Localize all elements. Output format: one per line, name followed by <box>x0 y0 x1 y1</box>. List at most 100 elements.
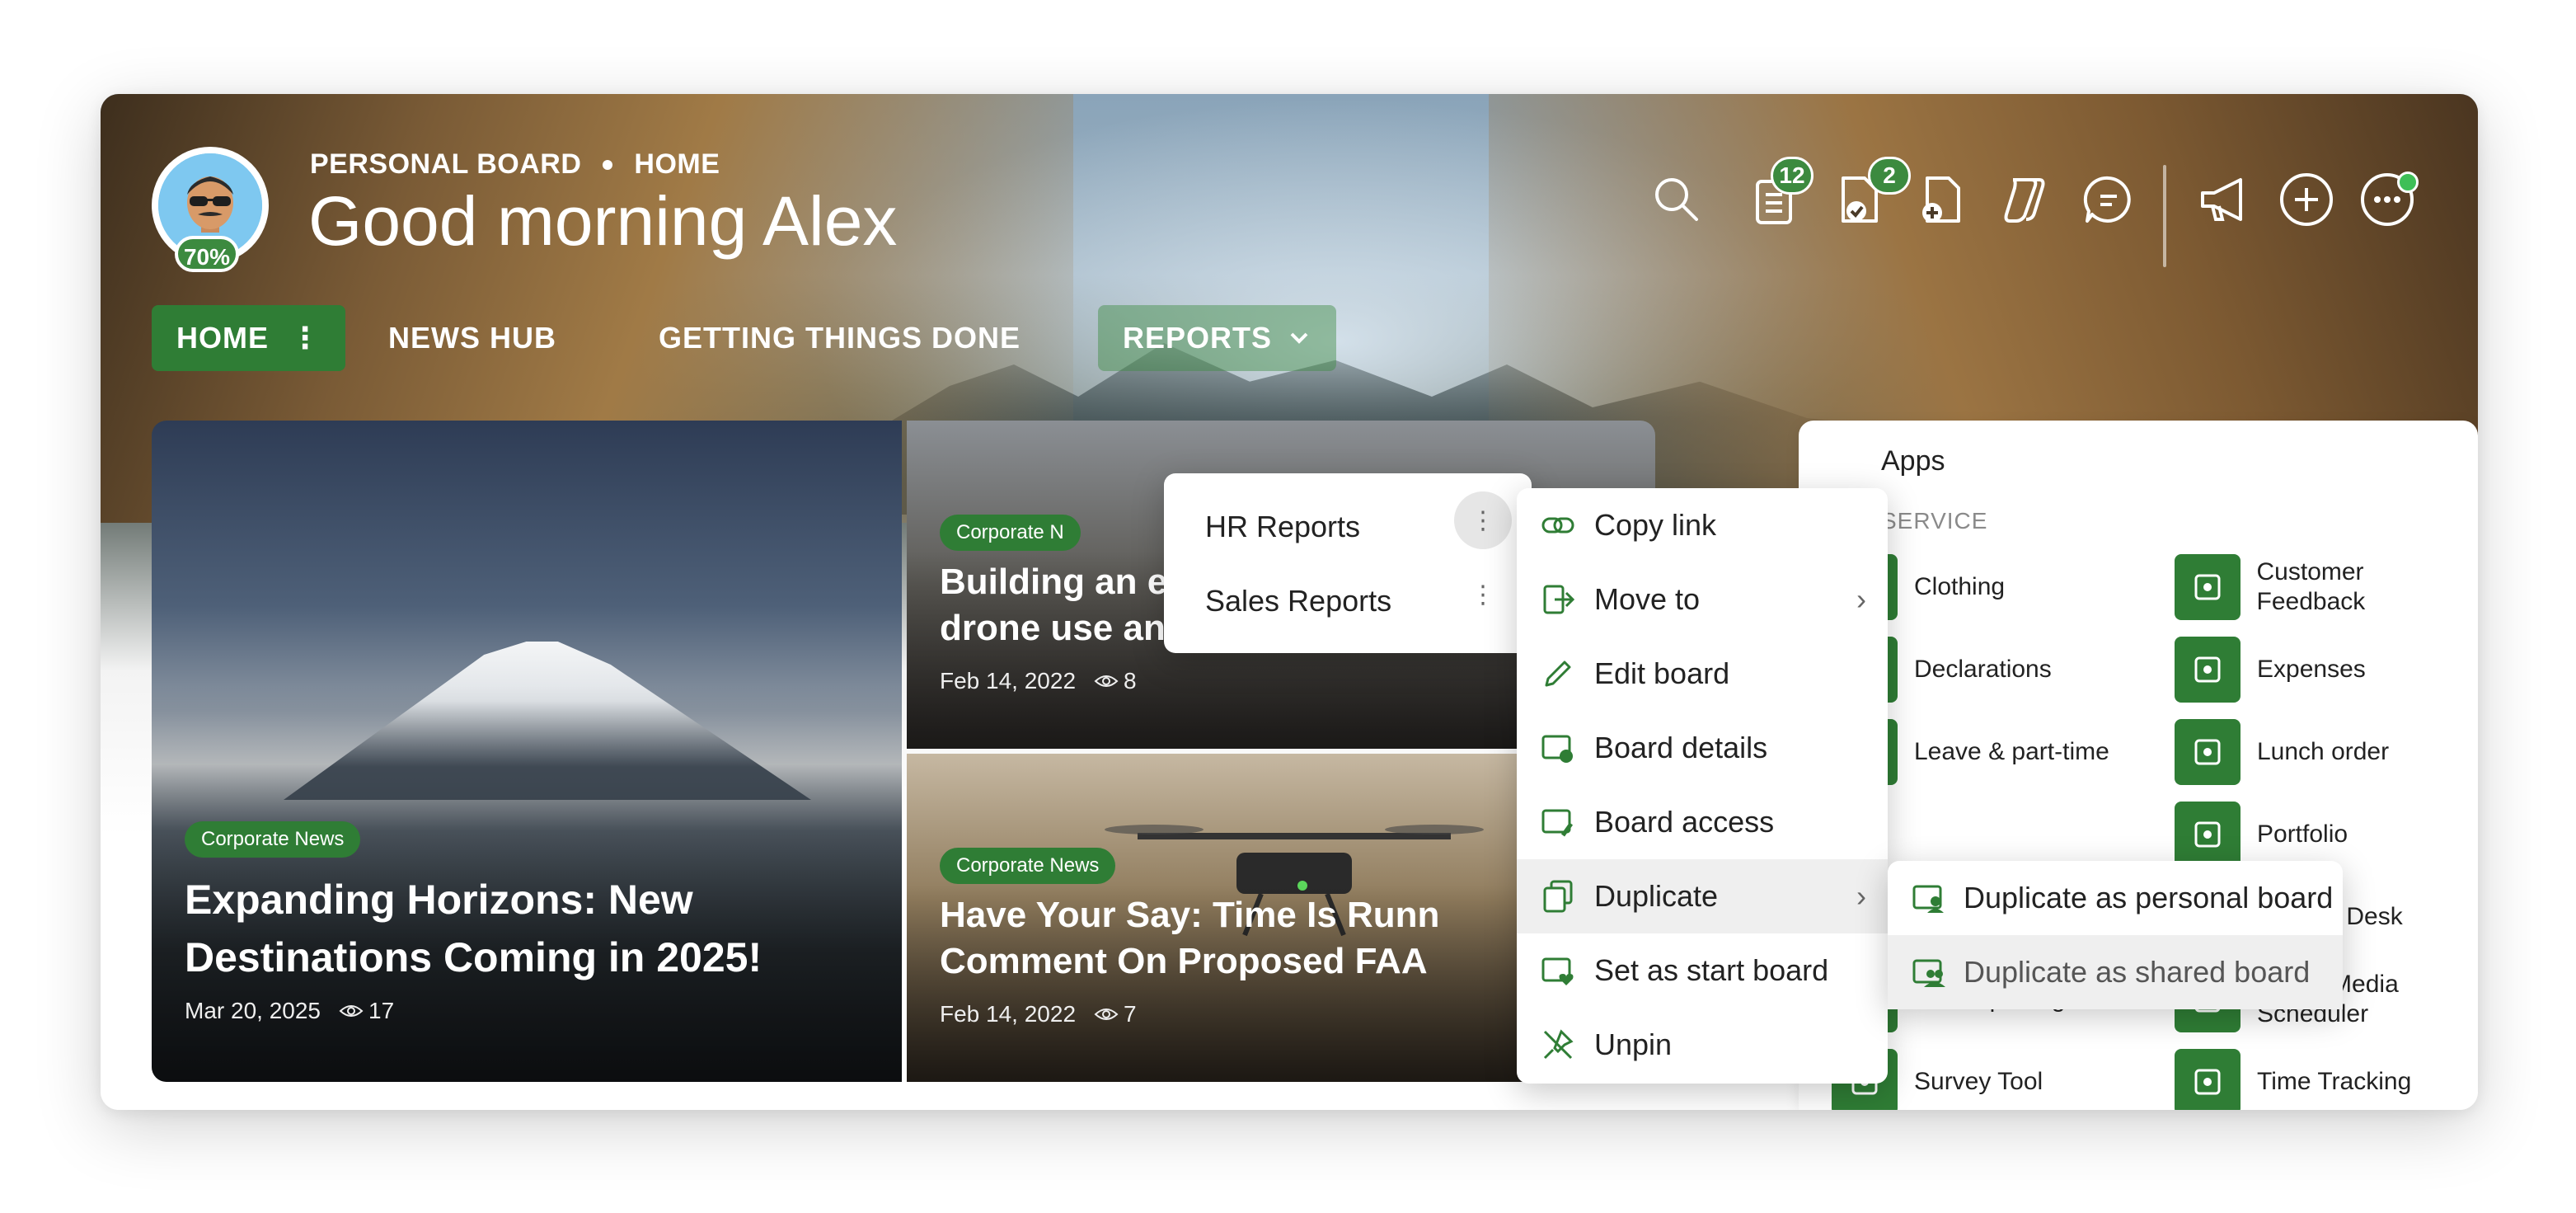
reports-item-sales-more-icon[interactable]: ⋮ <box>1454 566 1512 623</box>
chat-button[interactable] <box>2079 170 2138 229</box>
copilot-icon <box>2004 178 2045 223</box>
menu-duplicate[interactable]: Duplicate › <box>1517 859 1888 933</box>
app-tile[interactable]: Lunch order <box>2175 719 2389 785</box>
apps-title: Apps <box>1881 445 1945 477</box>
news-tag: Corporate News <box>185 821 361 858</box>
tasks-button[interactable]: 12 <box>1746 157 1814 229</box>
add-button[interactable] <box>2277 170 2336 229</box>
unpin-icon <box>1543 1029 1574 1060</box>
eye-icon <box>1094 1008 1119 1020</box>
eye-icon <box>339 1005 364 1017</box>
copilot-button[interactable] <box>1995 170 2054 229</box>
heart-board-icon <box>1541 957 1574 985</box>
chevron-down-icon <box>1290 332 1308 344</box>
portfolio-icon <box>2175 802 2241 867</box>
app-tile[interactable]: Portfolio <box>2175 802 2348 867</box>
news-views: 8 <box>1094 668 1137 694</box>
menu-board-access[interactable]: Board access <box>1517 785 1888 859</box>
menu-item-label: Duplicate as personal board <box>1964 881 2334 914</box>
app-label: Clothing <box>1914 573 2006 600</box>
menu-move-to[interactable]: Move to › <box>1517 562 1888 637</box>
timer-icon <box>2175 1049 2241 1110</box>
breadcrumb: PERSONAL BOARD HOME <box>310 148 720 181</box>
approvals-button[interactable]: 2 <box>1830 157 1911 229</box>
app-label: Expenses <box>2257 656 2366 683</box>
menu-item-label: Copy link <box>1594 508 1717 542</box>
tab-getting-things-done[interactable]: GETTING THINGS DONE <box>634 305 1045 371</box>
chevron-right-icon: › <box>1856 582 1866 616</box>
news-title-line: Expanding Horizons: New <box>185 877 693 923</box>
chat-icon <box>2083 176 2131 223</box>
new-document-button[interactable] <box>1911 170 1970 229</box>
app-label: Time Tracking <box>2257 1068 2412 1095</box>
tab-reports[interactable]: REPORTS <box>1098 305 1337 371</box>
chevron-right-icon: › <box>1856 879 1866 913</box>
menu-unpin[interactable]: Unpin <box>1517 1008 1888 1082</box>
tab-home-more-icon[interactable]: ⋮ <box>290 305 321 371</box>
menu-item-label: Move to <box>1594 582 1701 616</box>
menu-item-label: Duplicate as shared board <box>1964 955 2311 989</box>
news-date: Mar 20, 2025 <box>185 998 321 1023</box>
news-date: Feb 14, 2022 <box>940 1001 1077 1027</box>
news-tag: Corporate News <box>940 848 1116 884</box>
news-date: Feb 14, 2022 <box>940 668 1077 693</box>
approvals-count-badge: 2 <box>1868 157 1911 195</box>
menu-duplicate-personal[interactable]: Duplicate as personal board <box>1888 861 2343 935</box>
document-add-icon <box>1922 176 1960 223</box>
app-tile[interactable]: Time Tracking <box>2175 1049 2411 1110</box>
news-title-line: Destinations Coming in 2025! <box>185 934 762 980</box>
news-meta: Feb 14, 2022 8 <box>940 668 1137 694</box>
board-access-icon <box>1541 809 1574 837</box>
board-tabs: HOME ⋮ NEWS HUB GETTING THINGS DONE REPO… <box>152 305 1337 371</box>
search-button[interactable] <box>1647 170 1706 229</box>
news-card-main[interactable]: Corporate News Expanding Horizons: New D… <box>152 421 902 1082</box>
tab-reports-label: REPORTS <box>1123 321 1273 355</box>
profile-progress-badge: 70% <box>175 236 239 272</box>
link-icon <box>1541 517 1574 534</box>
tab-home[interactable]: HOME ⋮ <box>152 305 345 371</box>
announcements-button[interactable] <box>2194 170 2254 229</box>
menu-item-label: Board details <box>1594 731 1768 764</box>
app-label: Customer Feedback <box>2256 558 2366 615</box>
lunch-icon <box>2175 719 2241 785</box>
header-divider <box>2163 165 2166 267</box>
tab-news-hub[interactable]: NEWS HUB <box>364 305 581 371</box>
app-tile[interactable]: Customer Feedback <box>2175 554 2478 620</box>
plus-circle-icon <box>2280 173 2333 226</box>
menu-edit-board[interactable]: Edit board <box>1517 637 1888 711</box>
tasks-count-badge: 12 <box>1771 157 1814 195</box>
menu-item-label: Duplicate <box>1594 879 1719 913</box>
reports-item-hr-more-icon[interactable]: ⋮ <box>1454 491 1512 549</box>
app-label: Leave & part-time <box>1914 738 2109 765</box>
menu-copy-link[interactable]: Copy link <box>1517 488 1888 562</box>
reports-item-hr[interactable]: HR Reports <box>1205 510 1360 544</box>
menu-item-label: Set as start board <box>1594 953 1829 987</box>
news-meta: Feb 14, 2022 7 <box>940 1001 1137 1027</box>
breadcrumb-separator <box>603 159 613 170</box>
reports-item-sales[interactable]: Sales Reports <box>1205 584 1391 618</box>
app-window: 70% PERSONAL BOARD HOME Good morning Ale… <box>101 94 2478 1110</box>
apps-section-label: SERVICE <box>1881 508 1988 534</box>
app-label: Portfolio <box>2257 820 2348 848</box>
eye-icon <box>1094 675 1119 687</box>
menu-set-start-board[interactable]: Set as start board <box>1517 933 1888 1008</box>
news-tag: Corporate N <box>940 515 1081 551</box>
breadcrumb-page[interactable]: HOME <box>634 148 720 181</box>
menu-board-details[interactable]: Board details <box>1517 711 1888 785</box>
news-views-count: 7 <box>1124 1001 1137 1027</box>
app-label: Survey Tool <box>1914 1068 2043 1095</box>
breadcrumb-board[interactable]: PERSONAL BOARD <box>310 148 581 181</box>
reports-dropdown: HR Reports ⋮ Sales Reports ⋮ <box>1164 473 1532 653</box>
news-title: Have Your Say: Time Is Runn Comment On P… <box>940 892 1439 985</box>
menu-item-label: Unpin <box>1594 1027 1673 1061</box>
app-tile[interactable]: Expenses <box>2175 637 2366 703</box>
board-context-menu: Copy link Move to › Edit board Board det… <box>1517 488 1888 1084</box>
news-views-count: 17 <box>368 998 395 1023</box>
personal-board-icon <box>1912 885 1944 913</box>
news-title-line: Comment On Proposed FAA <box>940 941 1428 981</box>
news-title-line: Have Your Say: Time Is Runn <box>940 895 1440 935</box>
duplicate-submenu: Duplicate as personal board Duplicate as… <box>1888 861 2343 1009</box>
pencil-icon <box>1545 661 1571 687</box>
duplicate-icon <box>1543 880 1573 913</box>
menu-duplicate-shared[interactable]: Duplicate as shared board <box>1888 935 2343 1009</box>
